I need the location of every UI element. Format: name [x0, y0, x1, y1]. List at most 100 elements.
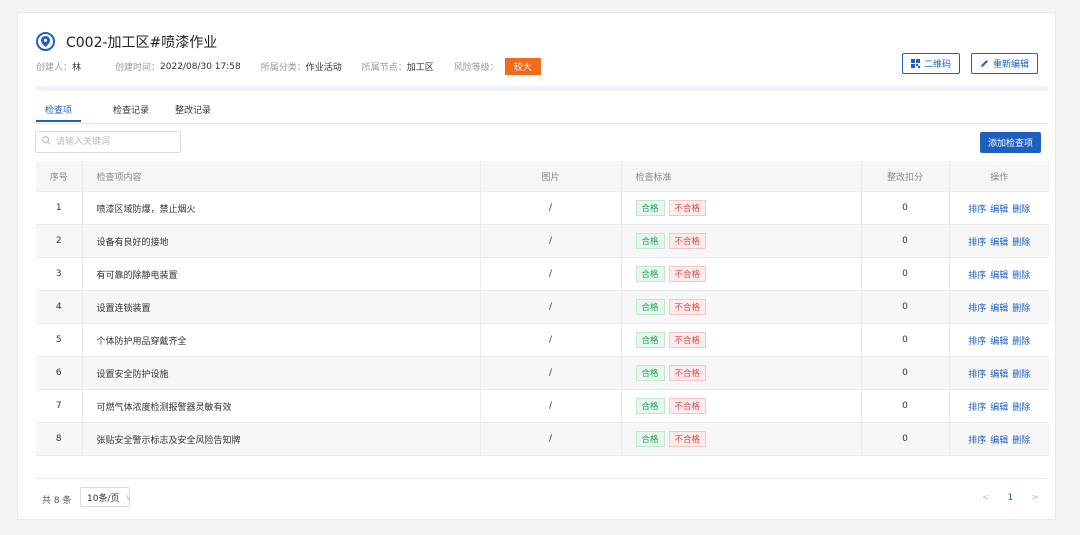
row-standard: 合格 不合格 — [621, 389, 862, 423]
pass-tag: 合格 — [635, 332, 665, 348]
row-standard: 合格 不合格 — [621, 290, 862, 324]
edit-link[interactable]: 编辑 — [990, 238, 1008, 248]
edit-link[interactable]: 编辑 — [990, 271, 1008, 281]
delete-link[interactable]: 删除 — [1012, 403, 1030, 413]
prev-page-icon[interactable]: < — [982, 493, 990, 503]
edit-link[interactable]: 编辑 — [990, 436, 1008, 446]
row-deduct: 0 — [861, 356, 950, 390]
row-deduct: 0 — [861, 389, 950, 423]
table-row: 1 喷漆区域防爆，禁止烟火 / 合格 不合格 0 排序 编辑 删除 — [36, 191, 1049, 225]
col-header-image: 图片 — [480, 161, 622, 192]
re-edit-button[interactable]: 重新编辑 — [971, 53, 1039, 74]
row-image: / — [480, 389, 622, 423]
delete-link[interactable]: 删除 — [1012, 304, 1030, 314]
chevron-down-icon: ∨ — [125, 492, 132, 502]
created-label: 创建时间： — [115, 63, 161, 73]
delete-link[interactable]: 删除 — [1012, 238, 1030, 248]
row-standard: 合格 不合格 — [621, 356, 862, 390]
row-content: 有可靠的除静电装置 — [82, 257, 481, 291]
fail-tag: 不合格 — [668, 431, 707, 447]
node-label: 所属节点： — [361, 63, 407, 73]
edit-link[interactable]: 编辑 — [990, 304, 1008, 314]
next-page-icon[interactable]: > — [1031, 493, 1039, 503]
table-row: 2 设备有良好的接地 / 合格 不合格 0 排序 编辑 删除 — [36, 224, 1049, 258]
row-actions: 排序 编辑 删除 — [949, 224, 1049, 258]
row-deduct: 0 — [861, 257, 950, 291]
row-actions: 排序 编辑 删除 — [949, 323, 1049, 357]
row-image: / — [480, 356, 622, 390]
delete-link[interactable]: 删除 — [1012, 370, 1030, 380]
pagination: < 1 > — [982, 493, 1039, 503]
row-content: 个体防护用品穿戴齐全 — [82, 323, 481, 357]
re-edit-button-label: 重新编辑 — [993, 60, 1030, 70]
fail-tag: 不合格 — [668, 332, 707, 348]
meta-info: 创建人： 林 创建时间： 2022/08/30 17:58 所属分类： 作业活动… — [36, 58, 541, 75]
search-input[interactable] — [54, 136, 178, 148]
page-title: C002-加工区#喷漆作业 — [66, 35, 218, 51]
table-row: 3 有可靠的除静电装置 / 合格 不合格 0 排序 编辑 删除 — [36, 257, 1049, 291]
row-image: / — [480, 224, 622, 258]
sort-link[interactable]: 排序 — [968, 337, 986, 347]
sort-link[interactable]: 排序 — [968, 370, 986, 380]
page-size-value: 10条/页 — [87, 493, 120, 504]
pass-tag: 合格 — [635, 266, 665, 282]
sort-link[interactable]: 排序 — [968, 304, 986, 314]
table-row: 7 可燃气体浓度检测报警器灵敏有效 / 合格 不合格 0 排序 编辑 删除 — [36, 389, 1049, 423]
qrcode-button[interactable]: 二维码 — [902, 53, 961, 74]
check-items-table: 序号 检查项内容 图片 检查标准 整改扣分 操作 1 喷漆区域防爆，禁止烟火 / 合格… — [36, 161, 1049, 456]
row-actions: 排序 编辑 删除 — [949, 290, 1049, 324]
tab-check-items[interactable]: 检查项 — [35, 103, 82, 122]
sort-link[interactable]: 排序 — [968, 205, 986, 215]
page-size-select[interactable]: 10条/页 ∨ — [80, 487, 132, 507]
row-deduct: 0 — [861, 290, 950, 324]
tab-check-records[interactable]: 检查记录 — [113, 103, 149, 116]
pass-tag: 合格 — [635, 431, 665, 447]
category-label: 所属分类： — [260, 63, 306, 73]
pass-tag: 合格 — [635, 233, 665, 249]
row-no: 4 — [36, 290, 83, 324]
sort-link[interactable]: 排序 — [968, 436, 986, 446]
pencil-icon — [980, 59, 989, 68]
edit-link[interactable]: 编辑 — [990, 403, 1008, 413]
row-deduct: 0 — [861, 224, 950, 258]
creator-value: 林 — [72, 63, 82, 73]
edit-link[interactable]: 编辑 — [990, 370, 1008, 380]
row-deduct: 0 — [861, 191, 950, 225]
table-row: 5 个体防护用品穿戴齐全 / 合格 不合格 0 排序 编辑 删除 — [36, 323, 1049, 357]
row-no: 1 — [36, 191, 83, 225]
edit-link[interactable]: 编辑 — [990, 205, 1008, 215]
delete-link[interactable]: 删除 — [1012, 271, 1030, 281]
footer-divider — [36, 478, 1047, 479]
delete-link[interactable]: 删除 — [1012, 436, 1030, 446]
add-check-item-button[interactable]: 添加检查项 — [980, 132, 1041, 153]
table-header-row: 序号 检查项内容 图片 检查标准 整改扣分 操作 — [36, 161, 1049, 192]
delete-link[interactable]: 删除 — [1012, 205, 1030, 215]
row-standard: 合格 不合格 — [621, 257, 862, 291]
row-standard: 合格 不合格 — [621, 191, 862, 225]
sort-link[interactable]: 排序 — [968, 238, 986, 248]
row-content: 设置连锁装置 — [82, 290, 481, 324]
edit-link[interactable]: 编辑 — [990, 337, 1008, 347]
fail-tag: 不合格 — [668, 233, 707, 249]
row-image: / — [480, 323, 622, 357]
sort-link[interactable]: 排序 — [968, 403, 986, 413]
sort-link[interactable]: 排序 — [968, 271, 986, 281]
pass-tag: 合格 — [635, 398, 665, 414]
creator-label: 创建人： — [36, 63, 73, 73]
row-content: 张贴安全警示标志及安全风险告知牌 — [82, 422, 481, 456]
page-number-1[interactable]: 1 — [1008, 493, 1014, 503]
risk-badge: 较大 — [504, 58, 541, 75]
row-content: 设置安全防护设施 — [82, 356, 481, 390]
row-actions: 排序 编辑 删除 — [949, 356, 1049, 390]
category-value: 作业活动 — [305, 63, 342, 73]
pass-tag: 合格 — [635, 365, 665, 381]
row-image: / — [480, 257, 622, 291]
row-actions: 排序 编辑 删除 — [949, 191, 1049, 225]
search-box[interactable] — [35, 131, 181, 153]
qrcode-button-label: 二维码 — [924, 60, 952, 70]
tab-rectify-records[interactable]: 整改记录 — [175, 103, 211, 116]
page-header: C002-加工区#喷漆作业 创建人： 林 创建时间： 2022/08/30 17… — [18, 13, 1055, 95]
col-header-no: 序号 — [36, 161, 83, 192]
row-content: 可燃气体浓度检测报警器灵敏有效 — [82, 389, 481, 423]
delete-link[interactable]: 删除 — [1012, 337, 1030, 347]
